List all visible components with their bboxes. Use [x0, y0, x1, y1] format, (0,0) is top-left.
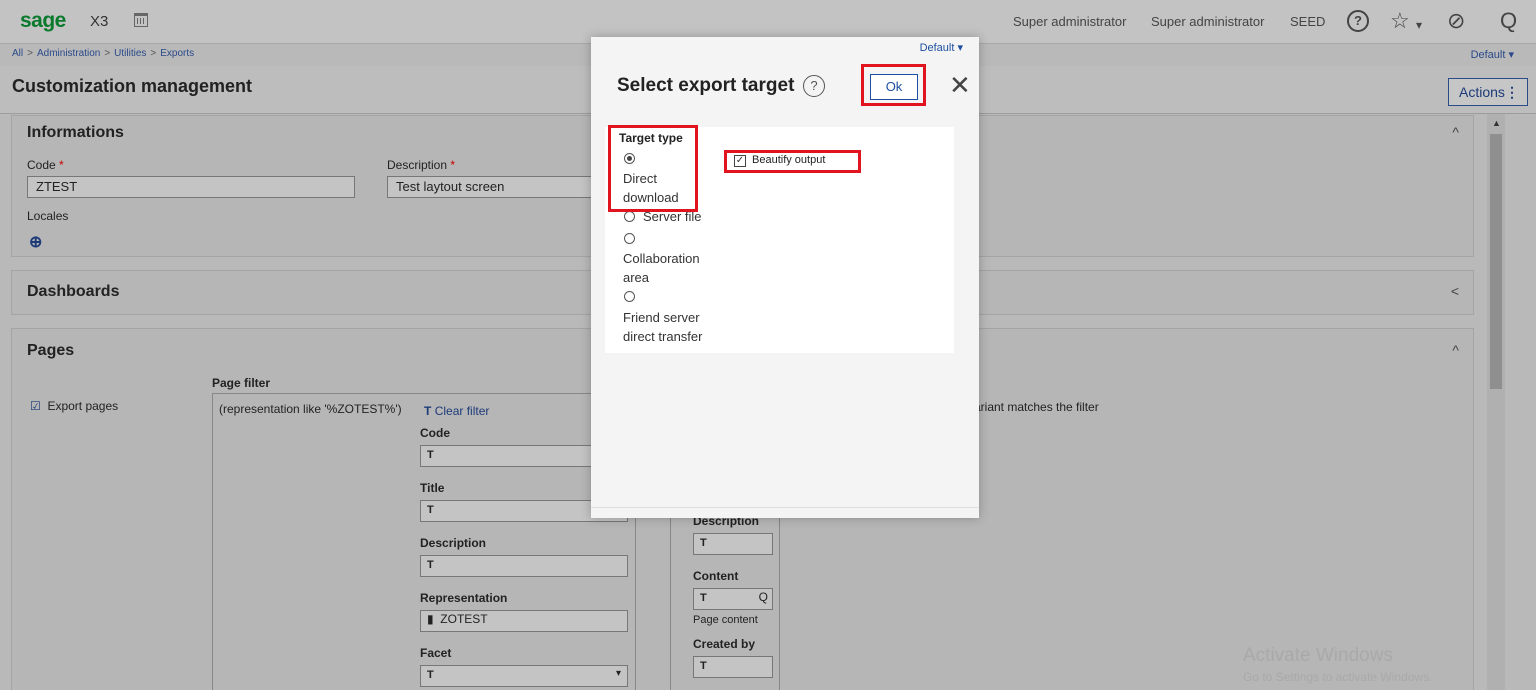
windows-watermark-title: Activate Windows	[1243, 645, 1393, 666]
clear-filter-icon: T	[424, 404, 432, 418]
chevron-down-icon: ▾	[615, 668, 621, 679]
breadcrumb-utilities[interactable]: Utilities	[114, 48, 146, 59]
description-filter-label: Description	[420, 536, 487, 550]
page-content-hint: Page content	[693, 614, 758, 626]
description-field[interactable]: Test laytout screen	[387, 176, 592, 198]
chevron-left-icon[interactable]: <	[1451, 283, 1459, 299]
user-role[interactable]: Super administrator	[1151, 14, 1264, 29]
filter-icon: T	[427, 449, 434, 461]
help-icon[interactable]: ?	[1347, 10, 1369, 32]
code-filter-label: Code	[420, 426, 450, 440]
close-icon[interactable]: ✕	[949, 71, 971, 99]
search-icon[interactable]: Q	[1500, 8, 1517, 34]
representation-filter-input[interactable]: ▮ ZOTEST	[420, 610, 628, 632]
folder-name[interactable]: SEED	[1290, 14, 1325, 29]
dashboards-title: Dashboards	[27, 283, 120, 300]
zoom-in-icon[interactable]: ⊕	[29, 232, 42, 252]
star-icon[interactable]: ☆	[1390, 8, 1410, 34]
facet-filter-label: Facet	[420, 646, 452, 660]
filter-expression: (representation like '%ZOTEST%')	[219, 402, 402, 416]
scrollbar[interactable]: ▲	[1487, 114, 1505, 690]
page-filter-label: Page filter	[212, 376, 271, 390]
created-by-filter-input[interactable]: T	[693, 656, 773, 678]
checkbox-icon: ☑	[30, 399, 41, 413]
chevron-up-icon[interactable]: ^	[1452, 342, 1459, 358]
breadcrumb-administration[interactable]: Administration	[37, 48, 100, 59]
locales-label: Locales	[27, 209, 69, 223]
page-title: Customization management	[12, 76, 253, 96]
filter-icon: T	[700, 537, 707, 549]
chevron-up-icon[interactable]: ^	[1452, 124, 1459, 140]
modal-default-dropdown[interactable]: Default ▾	[920, 41, 963, 54]
code-field[interactable]: ZTEST	[27, 176, 355, 198]
calendar-icon[interactable]	[134, 13, 148, 27]
scroll-thumb[interactable]	[1490, 134, 1502, 389]
windows-watermark-subtitle: Go to Settings to activate Windows.	[1243, 670, 1433, 684]
search-icon: Q	[758, 590, 768, 604]
filter-icon: T	[700, 660, 707, 672]
facet-filter-select[interactable]: T ▾	[420, 665, 628, 687]
breadcrumb: All > Administration > Utilities > Exports	[12, 48, 195, 59]
target-type-highlight-box	[608, 125, 698, 212]
description-filter-input-2[interactable]: T	[693, 533, 773, 555]
user-name[interactable]: Super administrator	[1013, 14, 1126, 29]
code-label: Code *	[27, 158, 64, 172]
chevron-down-icon[interactable]: ▾	[1416, 12, 1422, 38]
breadcrumb-all[interactable]: All	[12, 48, 23, 59]
export-pages-checkbox[interactable]: ☑ Export pages	[30, 399, 118, 413]
representation-filter-label: Representation	[420, 591, 508, 605]
breadcrumb-exports[interactable]: Exports	[160, 48, 194, 59]
export-target-dialog: Default ▾ Select export target ? Ok ✕ Ta…	[591, 37, 979, 518]
code-filter-input[interactable]: T	[420, 445, 600, 467]
default-dropdown[interactable]: Default ▾	[1471, 48, 1514, 61]
radio-collaboration-area[interactable]	[624, 233, 635, 244]
radio-friend-server[interactable]	[624, 291, 635, 302]
representation-icon: ▮	[427, 612, 434, 626]
informations-title: Informations	[27, 124, 124, 141]
filter-icon: T	[700, 592, 707, 604]
help-icon[interactable]: ?	[803, 75, 825, 97]
created-by-filter-label: Created by	[693, 637, 756, 651]
modal-title: Select export target	[617, 75, 795, 96]
content-filter-label: Content	[693, 569, 739, 583]
ok-highlight-box	[861, 64, 926, 106]
radio-server-file[interactable]	[624, 211, 635, 222]
content-filter-input[interactable]: TQ	[693, 588, 773, 610]
clear-filter-link[interactable]: T Clear filter	[424, 404, 489, 418]
compass-icon[interactable]: ⊘	[1447, 8, 1465, 34]
scroll-up-icon[interactable]: ▲	[1492, 118, 1501, 128]
description-label: Description *	[387, 158, 456, 172]
variant-note: ariant matches the filter	[974, 400, 1099, 414]
more-vertical-icon: ⋮	[1505, 84, 1519, 100]
app-name[interactable]: X3	[90, 13, 108, 30]
actions-button[interactable]: Actions ⋮	[1448, 78, 1528, 106]
sage-logo[interactable]: sage	[20, 9, 66, 33]
filter-icon: T	[427, 669, 434, 681]
pages-title: Pages	[27, 342, 75, 359]
modal-footer-divider	[591, 507, 979, 508]
beautify-highlight-box	[724, 150, 861, 173]
filter-icon: T	[427, 504, 434, 516]
filter-icon: T	[427, 559, 434, 571]
description-filter-input[interactable]: T	[420, 555, 628, 577]
title-filter-label: Title	[420, 481, 445, 495]
